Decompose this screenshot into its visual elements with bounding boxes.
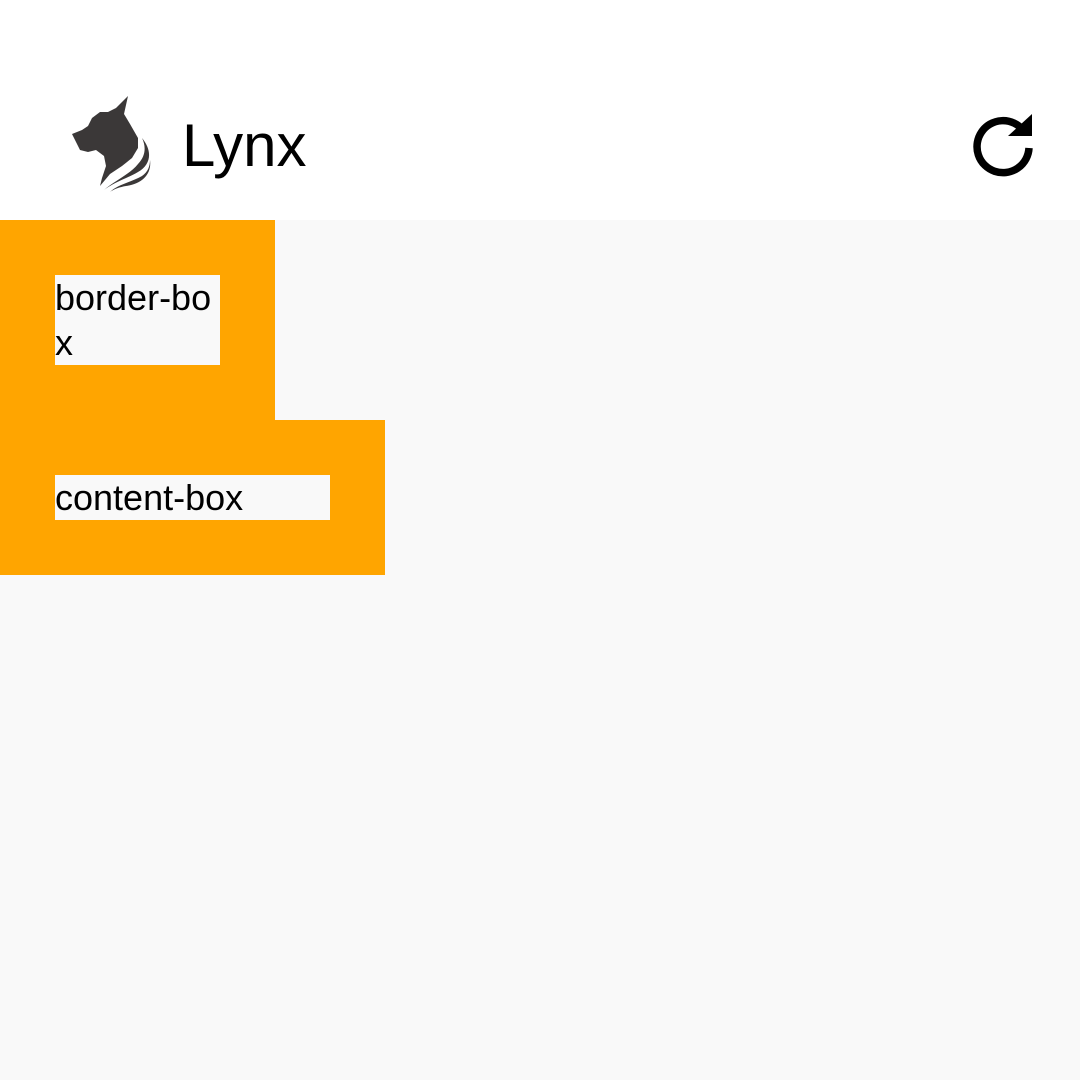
app-title: Lynx: [182, 112, 307, 179]
app-header: Lynx: [0, 0, 1080, 220]
content-box-label: content-box: [55, 475, 330, 520]
app-window: Lynx border-box content-box: [0, 0, 1080, 1080]
lynx-logo-icon: [66, 94, 156, 192]
border-box-container: border-box: [0, 220, 275, 420]
content-box-container: content-box: [0, 420, 385, 575]
content-area: border-box content-box: [0, 220, 1080, 1080]
border-box-label: border-box: [55, 275, 220, 365]
reload-icon[interactable]: [968, 108, 1040, 180]
